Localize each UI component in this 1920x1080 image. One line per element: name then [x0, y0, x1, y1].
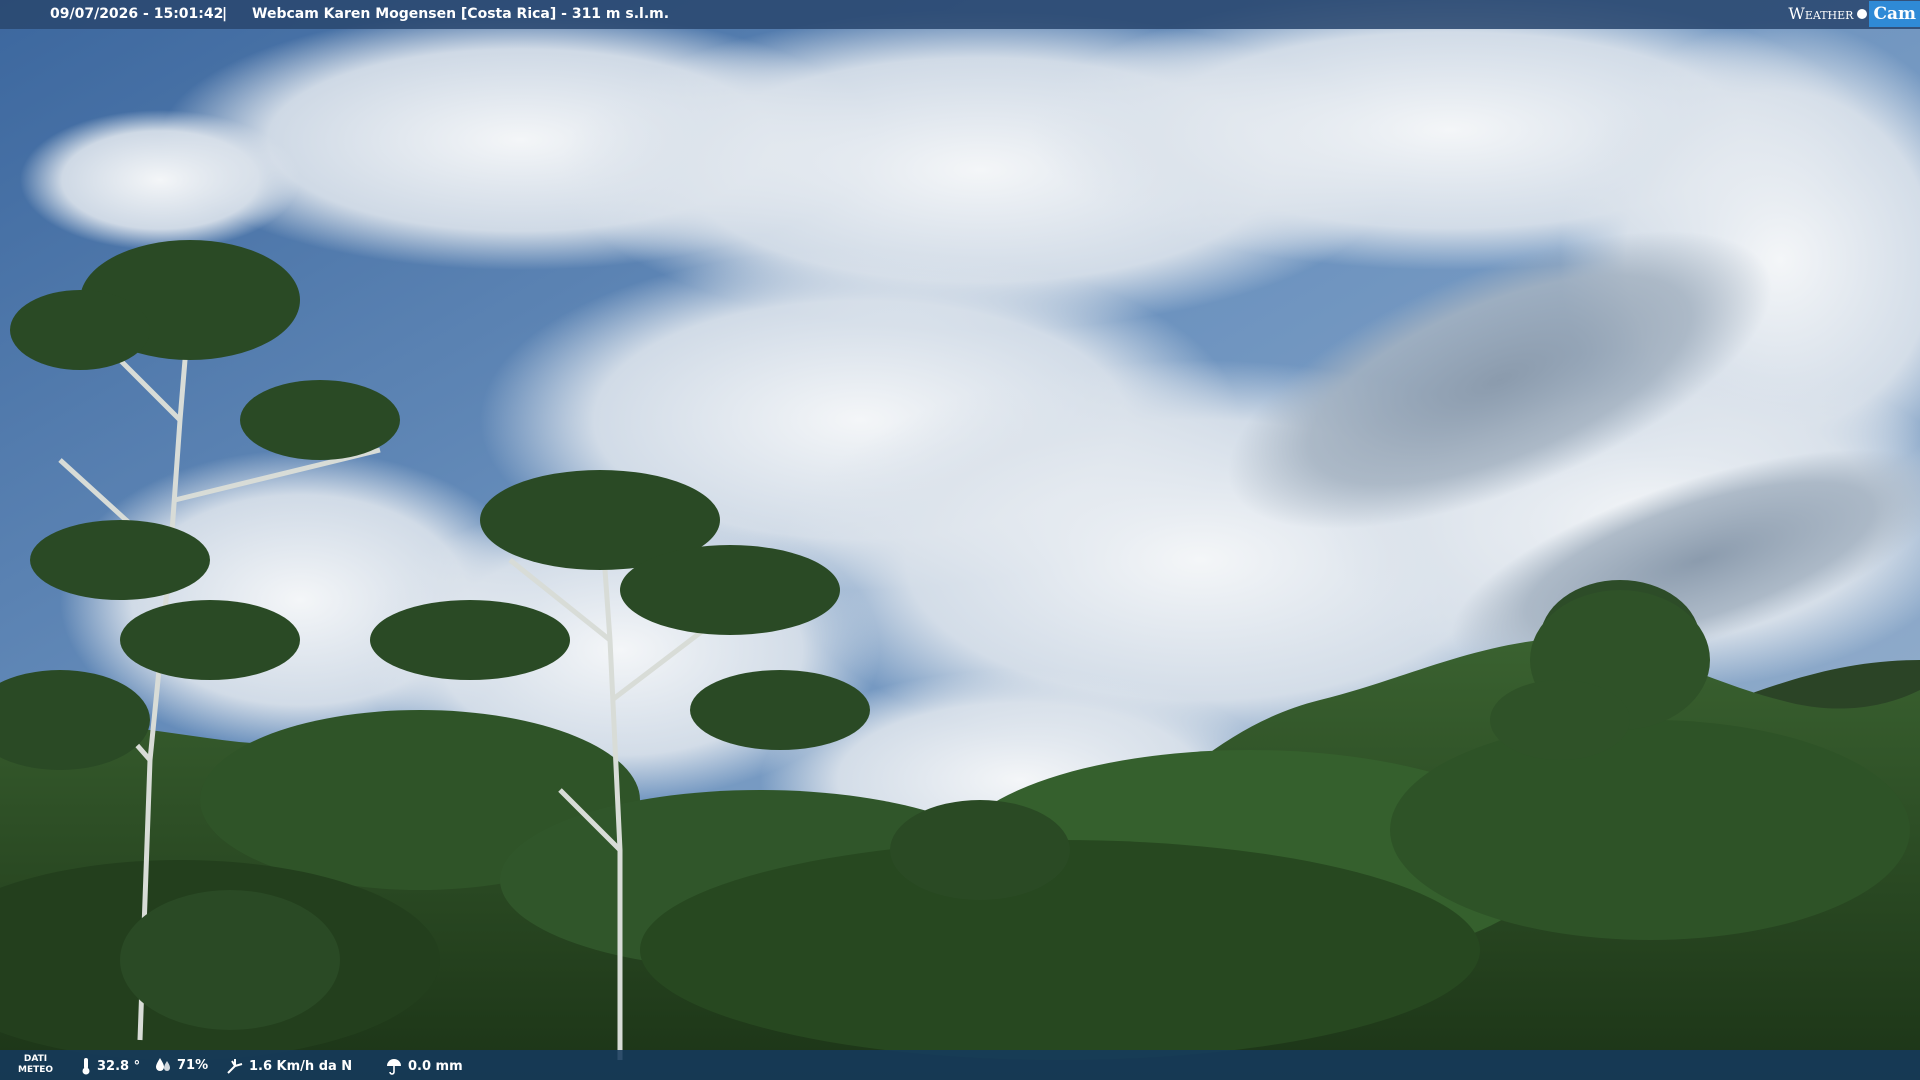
meteo-label: DATI METEO: [18, 1054, 53, 1076]
webcam-image: [0, 0, 1920, 1080]
umbrella-icon: [387, 1059, 401, 1075]
logo-text-cam: Cam: [1869, 0, 1920, 27]
wind-value: 1.6 Km/h da N: [249, 1058, 353, 1074]
rain-reading: 0.0 mm: [385, 1057, 463, 1075]
meteo-label-line1: DATI: [23, 1054, 48, 1064]
datetime-label: 09/07/2026 - 15:01:42: [50, 6, 224, 22]
logo-text-weather: Weather: [1788, 4, 1854, 23]
temperature-value: 32.8 °: [97, 1058, 141, 1074]
rain-value: 0.0 mm: [408, 1058, 463, 1074]
humidity-reading: 71%: [154, 1057, 208, 1073]
wind-reading: 1.6 Km/h da N: [226, 1057, 352, 1075]
logo-dot-icon: [1857, 8, 1868, 19]
meteo-label-line2: METEO: [18, 1065, 54, 1075]
humidity-icon: [156, 1058, 170, 1071]
wind-icon: [227, 1059, 243, 1074]
top-info-bar: 09/07/2026 - 15:01:42 | Webcam Karen Mog…: [0, 0, 1920, 29]
separator: |: [222, 6, 228, 22]
temperature-reading: 32.8 °: [80, 1057, 140, 1075]
meteo-bar: DATI METEO 32.8 ° 71% 1.6 Km/h da N 0.0 …: [0, 1050, 1920, 1080]
weathercam-logo: Weather Cam: [1788, 0, 1920, 27]
webcam-title: Webcam Karen Mogensen [Costa Rica] - 311…: [252, 6, 670, 22]
humidity-value: 71%: [177, 1057, 209, 1073]
thermometer-icon: [82, 1058, 90, 1075]
